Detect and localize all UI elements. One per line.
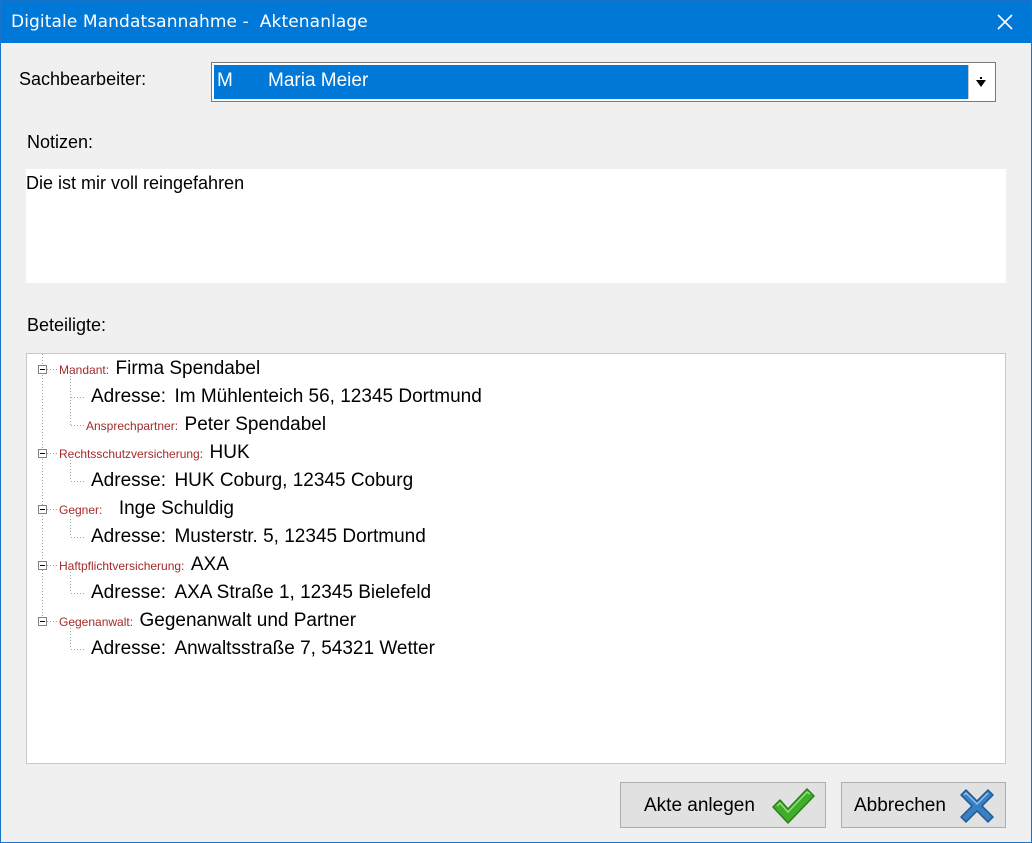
selected-option[interactable]: M Maria Meier (214, 65, 969, 99)
role-label: Rechtsschutzversicherung: (59, 447, 204, 461)
tree-node-gegner[interactable]: Gegner: Inge Schuldig (59, 498, 234, 520)
tree-node-address[interactable]: Adresse: Im Mühlenteich 56, 12345 Dortmu… (91, 386, 482, 408)
tree-node-address[interactable]: Adresse: AXA Straße 1, 12345 Bielefeld (91, 582, 431, 604)
selected-code: M (217, 70, 233, 91)
dropdown-button[interactable] (968, 65, 993, 99)
node-value: Gegenanwalt und Partner (139, 610, 357, 631)
notes-text: Die ist mir voll reingefahren (26, 173, 245, 193)
close-icon (997, 14, 1013, 30)
role-label: Gegenanwalt: (59, 615, 134, 629)
role-label: Ansprechpartner: (86, 419, 179, 433)
selected-name: Maria Meier (268, 70, 369, 91)
node-value: Peter Spendabel (184, 414, 327, 435)
node-value: Inge Schuldig (118, 498, 234, 519)
x-icon (960, 789, 994, 823)
address-value: Im Mühlenteich 56, 12345 Dortmund (174, 386, 482, 407)
notes-textarea[interactable]: Die ist mir voll reingefahren (26, 169, 1006, 283)
address-label: Adresse: (91, 582, 166, 603)
role-label: Haftpflichtversicherung: (59, 559, 185, 573)
notizen-label: Notizen: (27, 132, 94, 152)
title-bar: Digitale Mandatsannahme - Aktenanlage (1, 1, 1031, 43)
address-label: Adresse: (91, 470, 166, 491)
tree-node-haftpflichtversicherung[interactable]: Haftpflichtversicherung: AXA (59, 554, 229, 576)
create-file-label: Akte anlegen (644, 795, 755, 816)
close-button[interactable] (989, 6, 1021, 38)
node-value: AXA (190, 554, 229, 575)
node-value: Firma Spendabel (115, 358, 261, 379)
node-value: HUK (209, 442, 250, 463)
tree-node-ansprechpartner[interactable]: Ansprechpartner: Peter Spendabel (86, 414, 326, 436)
address-label: Adresse: (91, 638, 166, 659)
address-label: Adresse: (91, 386, 166, 407)
participants-tree[interactable]: Mandant: Firma Spendabel Adresse: Im Müh… (26, 353, 1006, 764)
address-label: Adresse: (91, 526, 166, 547)
checkmark-icon (772, 788, 815, 824)
beteiligte-label: Beteiligte: (27, 315, 107, 335)
sachbearbeiter-label: Sachbearbeiter: (19, 69, 147, 89)
cancel-button[interactable]: Abbrechen (841, 782, 1006, 828)
address-value: AXA Straße 1, 12345 Bielefeld (174, 582, 432, 603)
dialog-window: Digitale Mandatsannahme - Aktenanlage Sa… (0, 0, 1032, 843)
sachbearbeiter-select[interactable]: M Maria Meier (211, 62, 996, 102)
create-file-button[interactable]: Akte anlegen (620, 782, 826, 828)
cancel-label: Abbrechen (854, 795, 946, 816)
chevron-down-icon (976, 77, 986, 87)
role-label: Mandant: (59, 363, 110, 377)
tree-node-gegenanwalt[interactable]: Gegenanwalt: Gegenanwalt und Partner (59, 610, 356, 632)
address-value: Musterstr. 5, 12345 Dortmund (174, 526, 426, 547)
tree-node-address[interactable]: Adresse: Anwaltsstraße 7, 54321 Wetter (91, 638, 435, 660)
tree-node-mandant[interactable]: Mandant: Firma Spendabel (59, 358, 260, 380)
tree-node-rechtsschutzversicherung[interactable]: Rechtsschutzversicherung: HUK (59, 442, 250, 464)
tree-node-address[interactable]: Adresse: HUK Coburg, 12345 Coburg (91, 470, 413, 492)
address-value: Anwaltsstraße 7, 54321 Wetter (174, 638, 435, 659)
role-label: Gegner: (59, 503, 103, 517)
window-title: Digitale Mandatsannahme - Aktenanlage (11, 12, 368, 32)
address-value: HUK Coburg, 12345 Coburg (174, 470, 414, 491)
tree-node-address[interactable]: Adresse: Musterstr. 5, 12345 Dortmund (91, 526, 426, 548)
